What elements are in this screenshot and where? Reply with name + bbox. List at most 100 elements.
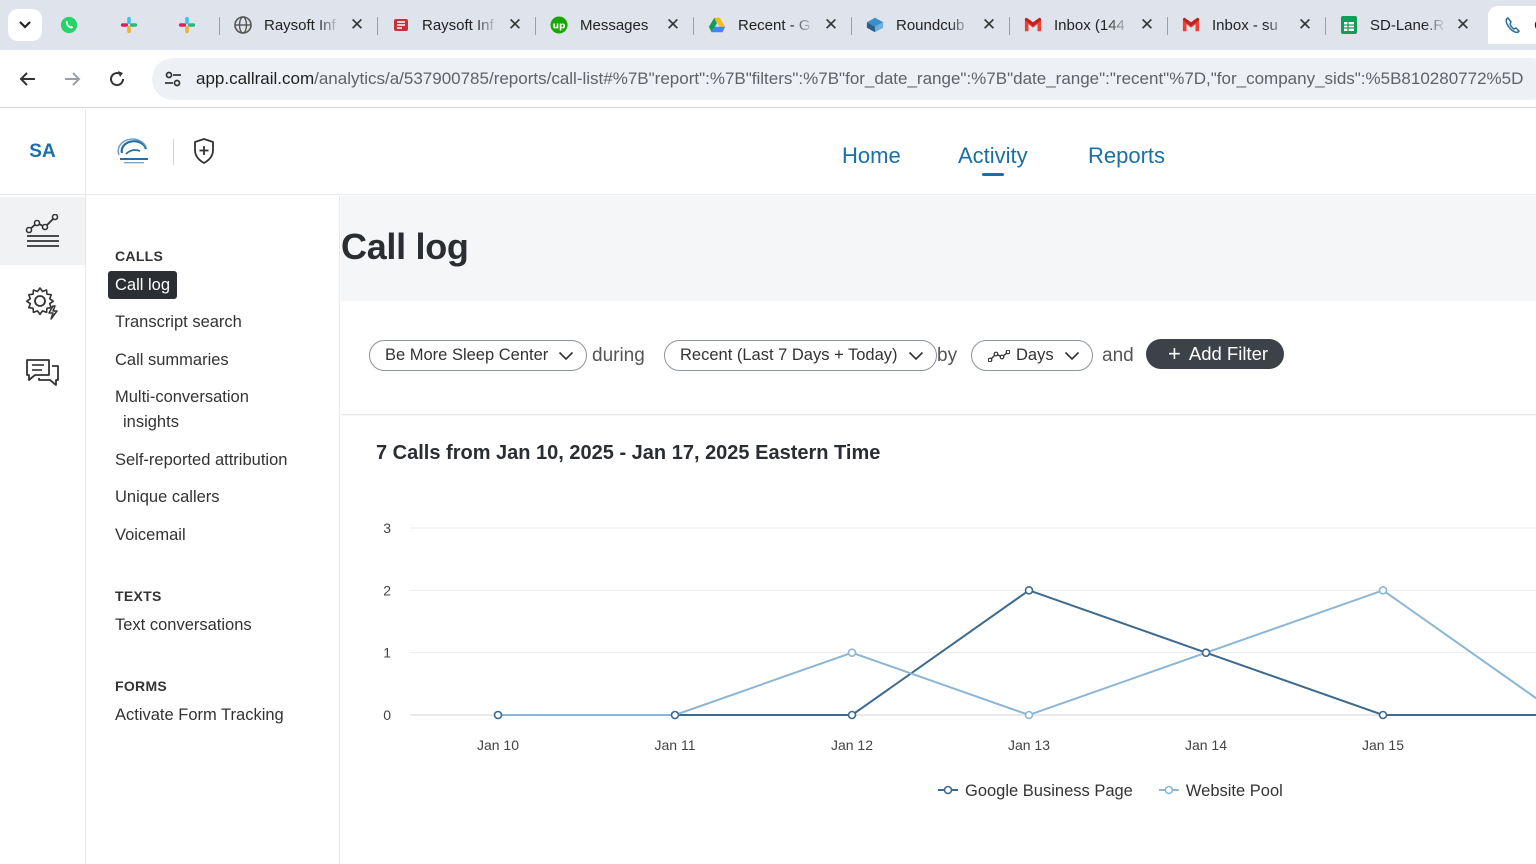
date-range-dropdown[interactable]: Recent (Last 7 Days + Today) [664,340,937,371]
tab-label: Roundcub [896,16,965,34]
subnav-item-voicemail[interactable]: Voicemail [115,523,186,548]
filter-connector-by: by [937,345,958,366]
google-drive-icon [708,16,726,34]
close-icon[interactable]: ✕ [662,14,684,36]
chevron-down-icon [908,351,924,361]
svg-text:up: up [553,22,566,32]
tab-label: Messages [580,16,649,34]
x-tick-label: Jan 14 [1185,737,1227,753]
site-settings-icon[interactable] [162,68,184,90]
x-tick-label: Jan 15 [1362,737,1404,753]
tab-label: Raysoft Inf [264,16,336,34]
subnav-item-label: Multi-conversation [115,388,249,406]
url-text: app.callrail.com/analytics/a/537900785/r… [196,69,1523,89]
address-bar[interactable]: app.callrail.com/analytics/a/537900785/r… [152,58,1536,100]
browser-tab[interactable]: Roundcub ✕ [850,6,1008,44]
browser-tab-whatsapp[interactable] [44,6,104,44]
subnav-item-activate-form-tracking[interactable]: Activate Form Tracking [115,703,284,728]
account-avatar[interactable]: SA [0,109,85,195]
back-button[interactable] [12,63,44,95]
slack-icon [120,16,138,34]
whatsapp-icon [60,16,78,34]
app-header: Home Activity Reports [86,109,1536,195]
close-icon[interactable]: ✕ [504,14,526,36]
browser-tab-slack-2[interactable] [162,6,220,44]
data-point [1024,710,1034,720]
browser-tab[interactable]: up Messages ✕ [534,6,692,44]
close-icon[interactable]: ✕ [820,14,842,36]
close-icon[interactable]: ✕ [1452,14,1474,36]
arrow-right-icon [65,72,81,86]
subnav-item-transcript-search[interactable]: Transcript search [115,310,242,335]
data-point [847,648,857,657]
legend-label: Website Pool [1186,782,1283,800]
activity-subnav: CALLS Call log Transcript search Call su… [86,196,340,864]
url-path: /analytics/a/537900785/reports/call-list… [314,69,1524,88]
line-chart-icon [988,349,1010,362]
browser-tab[interactable]: Raysoft Inf ✕ [376,6,534,44]
page-title: Call log [341,226,469,267]
nav-home[interactable]: Home [842,143,901,169]
y-tick-label: 3 [383,520,391,536]
subnav-item-call-summaries[interactable]: Call summaries [115,348,229,373]
section-heading-calls: CALLS [115,248,164,264]
company-logo-icon[interactable] [116,135,152,167]
globe-icon [234,16,252,34]
close-icon[interactable]: ✕ [1294,14,1316,36]
add-filter-button[interactable]: + Add Filter [1146,339,1285,369]
browser-tab-bar: Raysoft Inf ✕ Raysoft Inf ✕ up Messages … [0,0,1536,50]
company-filter-value: Be More Sleep Center [385,346,549,364]
browser-tab-slack-1[interactable] [104,6,162,44]
chat-bubbles-icon [25,359,59,386]
subnav-item-call-log[interactable]: Call log [108,271,178,299]
browser-toolbar: app.callrail.com/analytics/a/537900785/r… [0,50,1536,108]
shield-plus-icon[interactable] [192,137,216,165]
browser-tab[interactable]: SD-Lane.R ✕ [1324,6,1482,44]
legend-swatch-marker [943,785,953,795]
chevron-down-icon [19,21,31,29]
x-tick-label: Jan 12 [831,737,873,753]
data-point [493,710,503,720]
tab-label: Inbox (144 [1054,16,1125,34]
close-icon[interactable]: ✕ [978,14,1000,36]
chevron-down-icon [1064,351,1080,361]
browser-tab-active[interactable]: C [1488,6,1536,44]
subnav-item-text-conversations[interactable]: Text conversations [115,613,252,638]
header-divider [173,139,174,165]
rail-item-settings[interactable] [0,269,85,337]
plus-icon: + [1168,341,1181,366]
company-filter-dropdown[interactable]: Be More Sleep Center [369,340,588,371]
filter-connector-and: and [1102,345,1134,366]
active-nav-indicator [982,173,1004,176]
section-heading-forms: FORMS [115,678,168,694]
x-tick-label: Jan 11 [655,737,696,753]
browser-tab[interactable]: Recent - G ✕ [692,6,850,44]
subnav-item-multi-conversation-insights[interactable]: Multi-conversation insights [115,385,249,435]
browser-tab[interactable]: Inbox - su ✕ [1166,6,1324,44]
tab-label: SD-Lane.R [1370,16,1445,34]
tab-search-button[interactable] [8,9,42,41]
rail-item-conversations[interactable] [0,339,85,407]
subnav-item-self-reported-attribution[interactable]: Self-reported attribution [115,448,287,473]
granularity-dropdown[interactable]: Days [971,340,1093,371]
forward-button[interactable] [56,63,88,95]
rail-item-analytics[interactable] [0,197,85,265]
reload-button[interactable] [101,63,133,95]
data-point [1378,710,1388,720]
analytics-icon [25,214,59,247]
add-filter-label: Add Filter [1188,343,1269,364]
settings-gear-icon [25,287,58,320]
subnav-item-label: insights [123,413,179,431]
x-tick-label: Jan 13 [1008,737,1050,753]
nav-activity[interactable]: Activity [958,143,1028,169]
browser-tab[interactable]: Inbox (144 ✕ [1008,6,1166,44]
data-point [670,710,680,720]
close-icon[interactable]: ✕ [346,14,368,36]
subnav-item-unique-callers[interactable]: Unique callers [115,485,220,510]
browser-tab[interactable]: Raysoft Inf ✕ [218,6,376,44]
chevron-down-icon [558,351,574,361]
calls-line-chart: 0 1 2 3 Jan 10 Jan 11 Jan 12 Jan 13 Jan 14 Jan 15… [383,520,1536,800]
close-icon[interactable]: ✕ [1136,14,1158,36]
nav-reports[interactable]: Reports [1088,143,1165,169]
url-host: app.callrail.com [196,69,315,88]
